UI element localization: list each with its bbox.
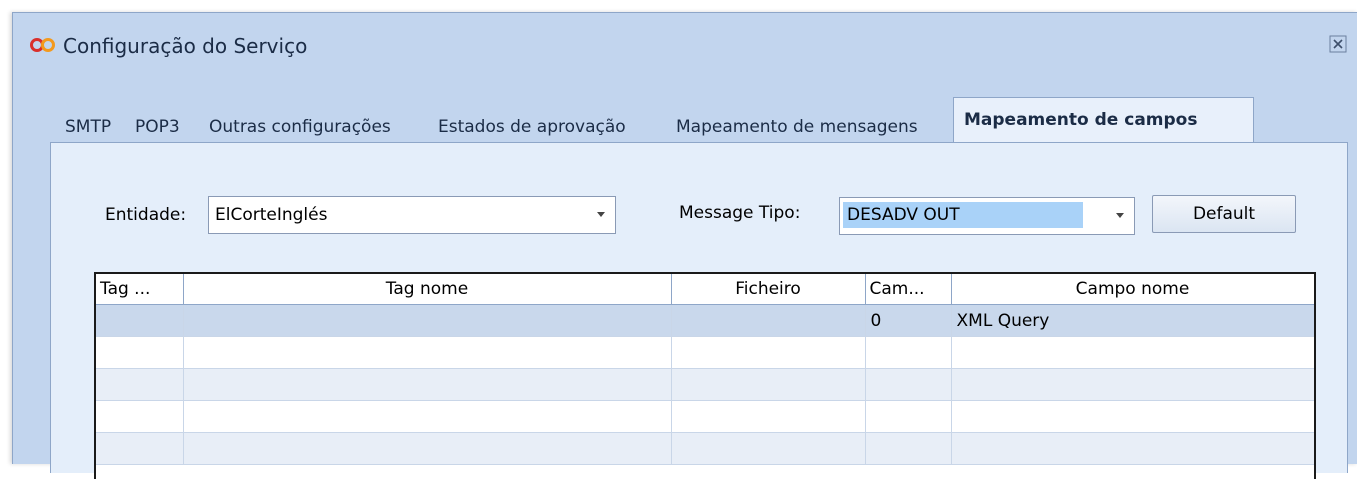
- grid-cell[interactable]: [865, 368, 952, 401]
- tab-mapeamento-de-mensagens[interactable]: Mapeamento de mensagens: [676, 111, 918, 143]
- tab-mapeamento-de-campos[interactable]: Mapeamento de campos: [953, 97, 1254, 143]
- tab-outras-configuracoes[interactable]: Outras configurações: [209, 111, 391, 143]
- default-button[interactable]: Default: [1152, 195, 1296, 233]
- grid-cell[interactable]: [951, 432, 1314, 465]
- grid-cell[interactable]: [183, 400, 672, 433]
- message-tipo-label: Message Tipo:: [679, 203, 801, 223]
- grid-cell[interactable]: [951, 336, 1314, 369]
- grid-cell[interactable]: [183, 432, 672, 465]
- close-icon[interactable]: [1329, 35, 1347, 53]
- entidade-label: Entidade:: [105, 205, 187, 225]
- grid-cell[interactable]: [96, 368, 184, 401]
- table-row[interactable]: [96, 400, 1314, 433]
- tab-smtp[interactable]: SMTP: [65, 111, 111, 143]
- column-header-campo-nome[interactable]: Campo nome: [951, 274, 1314, 305]
- grid-cell[interactable]: [671, 368, 866, 401]
- tab-pop3[interactable]: POP3: [135, 111, 180, 143]
- grid-cell[interactable]: [96, 304, 184, 337]
- grid-cell[interactable]: [671, 432, 866, 465]
- grid-cell[interactable]: [951, 368, 1314, 401]
- grid-header-row: Tag ... Tag nome Ficheiro Cam... Campo n…: [96, 274, 1314, 305]
- infinity-logo-icon: [30, 38, 55, 52]
- entidade-select[interactable]: ElCorteInglés: [208, 196, 616, 234]
- tab-estados-de-aprovacao[interactable]: Estados de aprovação: [438, 111, 626, 143]
- table-row[interactable]: [96, 432, 1314, 465]
- grid-cell[interactable]: [183, 304, 672, 337]
- grid-cell[interactable]: [183, 368, 672, 401]
- grid-cell[interactable]: XML Query: [951, 304, 1314, 337]
- chevron-down-icon[interactable]: [1116, 213, 1124, 218]
- grid-cell[interactable]: [671, 336, 866, 369]
- grid-cell[interactable]: [671, 304, 866, 337]
- column-header-tag-id[interactable]: Tag ...: [96, 274, 184, 305]
- grid-cell[interactable]: [865, 432, 952, 465]
- message-tipo-value: DESADV OUT: [843, 202, 1083, 228]
- field-mapping-grid: Tag ... Tag nome Ficheiro Cam... Campo n…: [94, 272, 1316, 479]
- message-tipo-select[interactable]: DESADV OUT: [839, 197, 1135, 235]
- grid-cell[interactable]: [96, 400, 184, 433]
- table-row[interactable]: [96, 368, 1314, 401]
- grid-cell[interactable]: [671, 400, 866, 433]
- grid-cell[interactable]: [865, 336, 952, 369]
- service-config-window: Configuração do Serviço SMTP POP3 Outras…: [12, 12, 1357, 479]
- grid-cell[interactable]: [865, 400, 952, 433]
- grid-cell[interactable]: [951, 400, 1314, 433]
- column-header-campo-id[interactable]: Cam...: [865, 274, 952, 305]
- grid-cell[interactable]: 0: [865, 304, 952, 337]
- column-header-ficheiro[interactable]: Ficheiro: [671, 274, 866, 305]
- chevron-down-icon[interactable]: [597, 212, 605, 217]
- title-bar: Configuração do Serviço: [13, 13, 1357, 79]
- window-title: Configuração do Serviço: [63, 34, 308, 58]
- grid-cell[interactable]: [96, 432, 184, 465]
- column-header-tag-nome[interactable]: Tag nome: [183, 274, 672, 305]
- table-row[interactable]: 0 XML Query: [96, 304, 1314, 337]
- table-row[interactable]: [96, 336, 1314, 369]
- grid-cell[interactable]: [96, 336, 184, 369]
- grid-cell[interactable]: [183, 336, 672, 369]
- tab-panel-mapeamento-de-campos: Entidade: ElCorteInglés Message Tipo: DE…: [50, 142, 1348, 479]
- entidade-value: ElCorteInglés: [215, 205, 328, 225]
